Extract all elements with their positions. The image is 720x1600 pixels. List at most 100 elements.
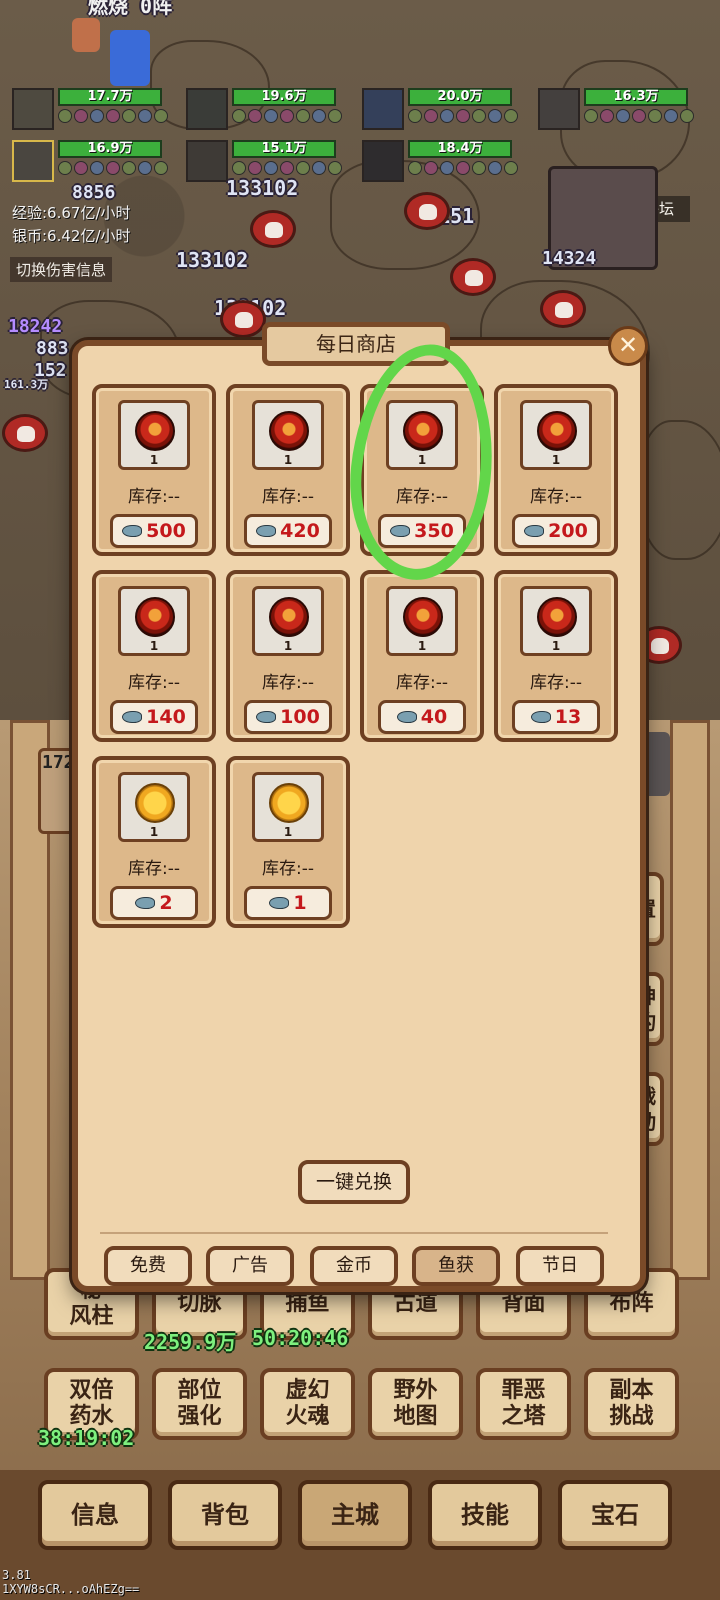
shop-item-card[interactable]: 1 库存:-- 500 (92, 384, 216, 556)
item-quantity: 1 (149, 639, 159, 653)
item-stock: 库存:-- (530, 673, 582, 693)
buy-price-button[interactable]: 2 (110, 886, 198, 920)
shop-item-card[interactable]: 1 库存:-- 140 (92, 570, 216, 742)
item-icon-frame: 1 (252, 586, 324, 656)
hero-card[interactable]: 16.9万 (12, 140, 168, 184)
hero-card[interactable]: 19.6万 (186, 88, 342, 132)
price-value: 140 (146, 706, 186, 728)
hero-portrait-selected (12, 140, 54, 182)
hero-portrait (538, 88, 580, 130)
nav-main-city[interactable]: 主城 (298, 1480, 412, 1550)
hero-card[interactable]: 17.7万 (12, 88, 168, 132)
nav-gems[interactable]: 宝石 (558, 1480, 672, 1550)
daily-shop-title: 每日商店 (262, 322, 450, 366)
hero-buffs (58, 161, 168, 175)
hero-buffs (584, 109, 694, 123)
shop-item-card[interactable]: 1 库存:-- 1 (226, 756, 350, 928)
town-button-dungeon[interactable]: 副本 挑战 (584, 1368, 679, 1440)
silver-rate: 银币:6.42亿/小时 (12, 227, 131, 245)
dried-fish-icon (390, 525, 411, 537)
hero-hp-bar: 16.9万 (58, 140, 162, 158)
tab-ad[interactable]: 广告 (206, 1246, 294, 1286)
skull-enemy-icon (250, 210, 296, 248)
version-text: 3.81 (2, 1568, 31, 1582)
item-icon-frame: 1 (520, 400, 592, 470)
item-quantity: 1 (417, 639, 427, 653)
hero-hp-bar: 19.6万 (232, 88, 336, 106)
skull-enemy-icon (404, 192, 450, 230)
item-quantity: 1 (149, 825, 159, 839)
buy-price-button[interactable]: 200 (512, 514, 600, 548)
item-quantity: 1 (149, 453, 159, 467)
town-button-wild-map[interactable]: 野外 地图 (368, 1368, 463, 1440)
toggle-damage-info-button[interactable]: 切换伤害信息 (10, 257, 113, 282)
buy-price-button[interactable]: 420 (244, 514, 332, 548)
shop-item-card[interactable]: 1 库存:-- 40 (360, 570, 484, 742)
buy-price-button[interactable]: 350 (378, 514, 466, 548)
item-icon-frame: 1 (252, 772, 324, 842)
fire-orb-icon (403, 411, 443, 451)
item-stock: 库存:-- (262, 859, 314, 879)
device-id-text: 1XYW8sCR...oAhEZg== (2, 1582, 140, 1596)
damage-number: 133102 (226, 176, 299, 200)
fish-icon (122, 525, 143, 537)
item-stock: 库存:-- (396, 487, 448, 507)
item-icon-frame: 1 (386, 400, 458, 470)
nav-skills[interactable]: 技能 (428, 1480, 542, 1550)
damage-number: 18242 (8, 316, 63, 337)
shop-item-card[interactable]: 1 库存:-- 100 (226, 570, 350, 742)
town-button-phantom-fire[interactable]: 虚幻 火魂 (260, 1368, 355, 1440)
fishing-timer: 50:20:46 (252, 1326, 349, 1350)
shop-item-card[interactable]: 1 库存:-- 2 (92, 756, 216, 928)
buy-price-button[interactable]: 140 (110, 700, 198, 734)
hero-card[interactable]: 18.4万 (362, 140, 518, 184)
price-value: 200 (548, 520, 588, 542)
tab-gold[interactable]: 金币 (310, 1246, 398, 1286)
starfish-icon (524, 525, 545, 537)
hero-hp-bar: 15.1万 (232, 140, 336, 158)
nav-info[interactable]: 信息 (38, 1480, 152, 1550)
shop-item-card[interactable]: 1 库存:-- 200 (494, 384, 618, 556)
buy-price-button[interactable]: 1 (244, 886, 332, 920)
tab-fish-catch[interactable]: 鱼获 (412, 1246, 500, 1286)
shop-item-card[interactable]: 1 库存:-- 13 (494, 570, 618, 742)
hero-card[interactable]: 20.0万 (362, 88, 518, 132)
hero-portrait (12, 88, 54, 130)
hero-buffs (58, 109, 168, 123)
tab-divider (100, 1232, 608, 1234)
hero-portrait (186, 140, 228, 182)
price-value: 350 (414, 520, 454, 542)
fire-orb-icon (537, 411, 577, 451)
tab-festival[interactable]: 节日 (516, 1246, 604, 1286)
buy-price-button[interactable]: 13 (512, 700, 600, 734)
battle-banner: 燃烧 0阵 (88, 0, 173, 18)
shop-item-card[interactable]: 1 库存:-- 350 (360, 384, 484, 556)
shrimp-icon (396, 711, 417, 723)
price-value: 500 (146, 520, 186, 542)
potion-timer: 38:19:02 (38, 1426, 135, 1450)
item-quantity: 1 (551, 639, 561, 653)
damage-number: 161.3万 (4, 378, 49, 391)
damage-number: 8856 (72, 182, 116, 203)
fire-orb-icon (135, 597, 175, 637)
hero-card[interactable]: 16.3万 (538, 88, 694, 132)
exchange-all-button[interactable]: 一键兑换 (298, 1160, 410, 1204)
close-icon[interactable]: ✕ (608, 326, 648, 366)
shop-item-card[interactable]: 1 库存:-- 420 (226, 384, 350, 556)
town-button-part-enhance[interactable]: 部位 强化 (152, 1368, 247, 1440)
buy-price-button[interactable]: 500 (110, 514, 198, 548)
nav-backpack[interactable]: 背包 (168, 1480, 282, 1550)
item-icon-frame: 1 (118, 586, 190, 656)
fire-orb-icon (269, 597, 309, 637)
hero-portrait (186, 88, 228, 130)
hero-portrait (362, 140, 404, 182)
tab-free[interactable]: 免费 (104, 1246, 192, 1286)
item-quantity: 1 (283, 639, 293, 653)
item-icon-frame: 1 (118, 400, 190, 470)
damage-number: 883 (36, 338, 69, 359)
hero-hp-bar: 18.4万 (408, 140, 512, 158)
buy-price-button[interactable]: 40 (378, 700, 466, 734)
buy-price-button[interactable]: 100 (244, 700, 332, 734)
town-button-sin-tower[interactable]: 罪恶 之塔 (476, 1368, 571, 1440)
item-stock: 库存:-- (262, 487, 314, 507)
